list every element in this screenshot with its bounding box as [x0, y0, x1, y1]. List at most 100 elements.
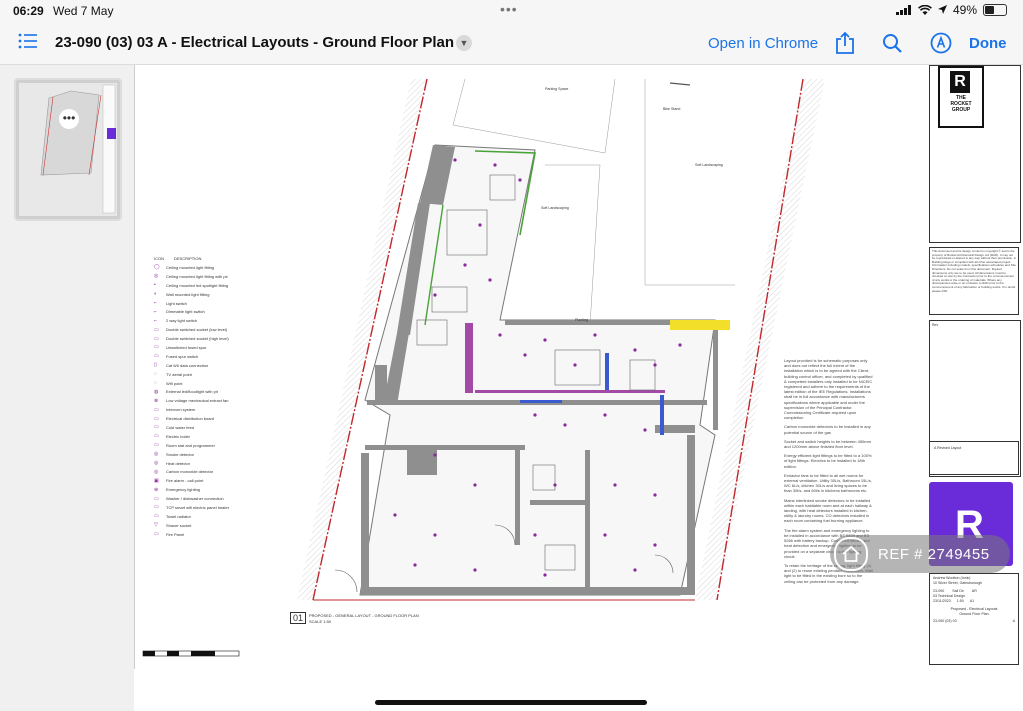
- legend-item: ◎ Ceiling mounted light fitting with pir: [154, 272, 229, 281]
- paper-size: A1: [969, 599, 975, 603]
- legend-label: Fire alarm - call point: [166, 478, 204, 484]
- electrical-symbol-icon: [478, 223, 482, 227]
- legend-item: ⌐ Light switch: [154, 299, 229, 308]
- legend-symbol-icon: ▭: [154, 326, 159, 333]
- search-icon[interactable]: [882, 33, 903, 54]
- legend-item: ▭ Fused spur switch: [154, 352, 229, 361]
- legend-label: Heat detector: [166, 460, 191, 466]
- legend-label: 2 way light switch: [166, 318, 198, 324]
- home-icon: [834, 537, 868, 571]
- scale-bar: [142, 650, 240, 657]
- legend-icon-column: ICON: [154, 256, 164, 261]
- legend-symbol-icon: ▭: [154, 442, 159, 449]
- legend-item: ▭ Intercom system: [154, 405, 229, 414]
- more-options-icon[interactable]: •••: [59, 109, 79, 129]
- legend-symbol-icon: ▽: [154, 522, 158, 529]
- electrical-symbol-icon: [533, 533, 537, 537]
- legend-label: Electric boiler: [166, 433, 191, 439]
- legend-item: ▭ Double switched socket (high level): [154, 334, 229, 343]
- legend-item: ◎ Carbon monoxide detector: [154, 467, 229, 476]
- legend-label: Ceiling mounted led spotlight fitting: [166, 282, 229, 288]
- electrical-legend: ICON DESCRIPTION ◯ Ceiling mounted light …: [154, 254, 229, 539]
- drawing-caption-title: PROPOSED - GENERAL LAYOUT - GROUND FLOOR…: [309, 613, 419, 618]
- markup-icon[interactable]: [930, 32, 952, 54]
- legend-label: TV aerial point: [166, 371, 192, 377]
- clock: 06:29: [13, 4, 44, 18]
- legend-symbol-icon: ▭: [154, 495, 159, 502]
- home-indicator[interactable]: [375, 700, 647, 705]
- legend-label: Ceiling mounted light fitting with pir: [166, 273, 228, 279]
- design-note: Carbon monoxide detectors to be installe…: [784, 424, 871, 435]
- done-button[interactable]: Done: [969, 35, 1007, 52]
- title-block: R THE ROCKET GROUP This document and its…: [928, 65, 1023, 669]
- electrical-symbol-icon: [433, 293, 437, 297]
- electrical-symbol-icon: [463, 263, 467, 267]
- reference-number: REF # 2749455: [878, 545, 990, 563]
- revision-text: A Revised Layout: [934, 446, 962, 450]
- pdf-page: Parking Space Bike Stand Soft Landscapin…: [134, 65, 1023, 669]
- drawing-date: 23/11/2023: [933, 599, 951, 603]
- drawing-number: 01: [290, 612, 307, 624]
- logo-line-3: GROUP: [951, 107, 971, 113]
- legend-symbol-icon: ⊗: [154, 397, 159, 404]
- revisions-header: Rev: [932, 323, 939, 327]
- battery-percent: 49%: [952, 3, 977, 17]
- legend-item: ▭ Fire Panel: [154, 530, 229, 539]
- electrical-symbol-icon: [413, 563, 417, 567]
- status-icons: 49%: [895, 3, 1007, 17]
- drawing-reference: 23-090 (03) 03: [933, 619, 957, 623]
- electrical-symbol-icon: [493, 163, 497, 167]
- thumbnail-preview: [19, 83, 117, 216]
- electrical-symbol-icon: [678, 343, 682, 347]
- electrical-symbol-icon: [653, 493, 657, 497]
- revision-letter: A: [1012, 619, 1015, 623]
- legend-label: Carbon monoxide detector: [166, 469, 214, 475]
- electrical-symbol-icon: [473, 568, 477, 572]
- legend-symbol-icon: ◐: [154, 291, 158, 298]
- legend-item: ◎ Heat detector: [154, 459, 229, 468]
- multitasking-icon[interactable]: •••: [500, 1, 518, 17]
- legend-item: ▭ Electrical distribution board: [154, 414, 229, 423]
- electrical-symbol-icon: [603, 533, 607, 537]
- electrical-symbol-icon: [643, 428, 647, 432]
- legend-label: Emergency lighting: [166, 487, 201, 493]
- electrical-symbol-icon: [573, 363, 577, 367]
- legend-label: Wall mounted light fitting: [166, 291, 210, 297]
- legend-symbol-icon: ◍: [154, 388, 159, 395]
- legend-label: Electrical distribution board: [166, 416, 215, 422]
- site-address: 10 Silver Street, Gainsborough: [933, 581, 983, 585]
- legend-item: ▭ Double switched socket (low level): [154, 325, 229, 334]
- legend-symbol-icon: ▭: [154, 531, 159, 538]
- legend-symbol-icon: ▭: [154, 344, 159, 351]
- electrical-symbol-icon: [393, 513, 397, 517]
- page-thumbnail[interactable]: •••: [14, 78, 122, 221]
- legend-symbol-icon: ◎: [154, 468, 159, 475]
- legend-label: Cat 6/6 data connection: [166, 362, 209, 368]
- parking-space-label: Parking Space: [545, 87, 569, 91]
- legend-symbol-icon: ▭: [154, 433, 159, 440]
- bike-stand-label: Bike Stand: [663, 107, 681, 111]
- legend-symbol-icon: ▭: [154, 353, 159, 360]
- legend-symbol-icon: ◌: [154, 371, 157, 378]
- legend-label: Double switched socket (low level): [166, 327, 228, 333]
- electrical-symbol-icon: [653, 543, 657, 547]
- legend-label: Washer / dishwasher connection: [166, 496, 224, 502]
- drawing-title-line-2: Ground Floor Plan: [959, 612, 989, 616]
- legend-item: ▭ Towel radiator: [154, 512, 229, 521]
- legend-symbol-icon: ▭: [154, 504, 159, 511]
- status-bar: 06:29 Wed 7 May ••• 49%: [0, 0, 1023, 22]
- document-title[interactable]: 23-090 (03) 03 A - Electrical Layouts - …: [55, 34, 454, 51]
- legend-item: ▭ Electric boiler: [154, 432, 229, 441]
- planting-label: Planting: [575, 318, 588, 322]
- cellular-signal-icon: [895, 5, 911, 15]
- location-icon: [937, 5, 947, 14]
- legend-symbol-icon: ▭: [154, 513, 159, 520]
- chevron-down-icon[interactable]: ▼: [456, 35, 472, 51]
- listing-watermark: REF # 2749455: [830, 535, 1010, 573]
- list-icon[interactable]: [18, 33, 38, 49]
- share-icon[interactable]: [835, 31, 855, 55]
- open-in-chrome-button[interactable]: Open in Chrome: [708, 35, 818, 52]
- electrical-symbol-icon: [553, 483, 557, 487]
- legend-label: External led/floodlight with pir: [166, 389, 219, 395]
- electrical-symbol-icon: [653, 363, 657, 367]
